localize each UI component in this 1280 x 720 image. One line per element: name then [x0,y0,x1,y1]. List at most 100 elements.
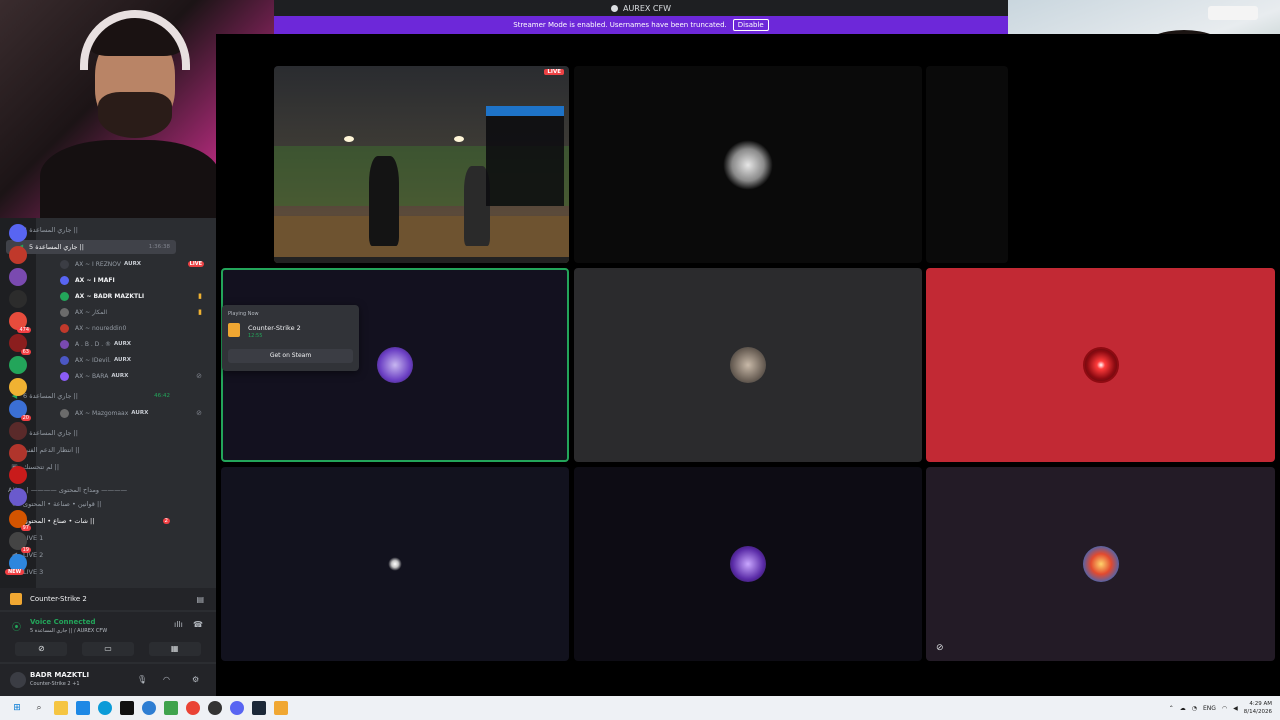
voice-member[interactable]: AX ~ IDevil. AURX [36,353,212,367]
participant-tile[interactable] [926,66,1008,263]
member-avatar [60,355,69,365]
window-title: AUREX CFW [622,3,672,13]
voice-channel[interactable]: ◀ جاري المساعدة 6 || 46:42 [0,389,176,403]
activity-game: Counter-Strike 2 [30,595,87,603]
server-mention-badge: 97 [20,525,31,531]
participant-tile[interactable]: ⊘ [926,467,1275,661]
server-icon[interactable] [9,246,27,264]
system-tray: ⌃ ☁ ◔ ENG ◠ ◀ 4:29 AM 8/14/2026 [1169,696,1272,720]
microphone-icon[interactable]: 🎙 [137,675,147,684]
member-tag: AURX [111,373,129,379]
volume-icon[interactable]: ◀ [1233,705,1238,712]
member-avatar [60,323,69,333]
get-on-steam-button[interactable]: Get on Steam [228,349,353,363]
wifi-icon[interactable]: ◠ [1222,705,1227,712]
user-status: Counter-Strike 2 +1 [30,681,80,687]
cs2-icon [228,323,240,337]
terminal-icon[interactable] [120,701,134,715]
voice-member[interactable]: AX ~ BARA AURX ⊘ [36,369,212,383]
clock[interactable]: 4:29 AM 8/14/2026 [1244,700,1272,716]
member-avatar [60,408,69,418]
screen-share-button[interactable]: ▭ [81,642,134,656]
window-titlebar: AUREX CFW [274,0,1008,16]
chrome-icon[interactable] [186,701,200,715]
user-avatar [1082,546,1119,582]
activities-button[interactable]: ▦ [148,642,201,656]
activity-bar[interactable]: Counter-Strike 2 ▤ [0,588,216,610]
gear-icon[interactable]: ⚙ [192,675,199,684]
emote-menu-panel [486,106,564,206]
live-badge: LIVE [187,261,204,267]
search-icon[interactable]: ⌕ [32,701,46,715]
voice-member[interactable]: AX ~ المكار ▮ [36,305,212,319]
user-name: BADR MAZKTLI [30,671,90,679]
server-icon[interactable] [9,444,27,462]
file-explorer-icon[interactable] [54,701,68,715]
app-icon[interactable] [164,701,178,715]
participant-tile[interactable] [574,467,922,661]
windows-taskbar: ⊞ ⌕ ⌃ ☁ ◔ ENG ◠ ◀ 4:29 AM 8/14/2026 [0,696,1280,720]
popup-game-time: 12:55 [248,333,263,339]
server-icon[interactable] [9,422,27,440]
server-icon[interactable] [9,224,27,242]
disconnect-icon[interactable]: ☎ [193,620,203,629]
obs-icon[interactable] [208,701,222,715]
server-icon[interactable] [9,356,27,374]
streamer-beard [98,92,172,138]
edge-icon[interactable] [98,701,112,715]
voice-channel[interactable]: ◀ LIVE 3 [0,565,176,579]
noise-suppression-icon[interactable]: ıllı [174,620,183,629]
voice-member[interactable]: AX ~ I REZNOV AURX LIVE [36,257,212,271]
voice-channel-active[interactable]: ◀ جاري المساعدة 5 || 1:36:38 [6,240,176,254]
voice-member[interactable]: AX ~ I MAFI [36,273,212,287]
stream-scene-floor [274,216,569,263]
lang-indicator[interactable]: ENG [1203,705,1216,712]
member-avatar [60,371,69,381]
camera-off-button[interactable]: ⊘ [15,642,68,656]
onedrive-icon[interactable]: ☁ [1180,705,1186,712]
participant-tile[interactable] [574,268,922,462]
server-icon[interactable] [9,378,27,396]
server-icon[interactable] [9,290,27,308]
server-icon[interactable]: 20 [9,400,31,421]
server-mention-badge: 19 [20,547,31,553]
screen-root: AUREX CFW Streamer Mode is enabled. User… [0,0,1280,720]
discord-icon[interactable] [230,701,244,715]
server-icon[interactable] [9,488,27,506]
activity-chat-icon[interactable]: ▤ [196,595,204,604]
server-icon[interactable]: 474 [9,312,31,333]
server-icon[interactable]: 19 [9,532,31,553]
app-icon[interactable] [142,701,156,715]
stream-tile[interactable]: LIVE [274,66,569,263]
steam-icon[interactable] [252,701,266,715]
voice-detail[interactable]: جاري المساعدة 5 || / AUREX CFW [30,628,107,634]
participant-tile[interactable] [221,467,569,661]
server-icon[interactable] [9,268,27,286]
participant-tile[interactable] [926,268,1275,462]
member-avatar [60,339,69,349]
air-conditioner [1208,6,1258,20]
headphones-icon[interactable]: ◠ [163,675,170,684]
server-icon[interactable]: 63 [9,334,31,355]
member-tag: AURX [124,261,142,267]
disable-streamer-mode-button[interactable]: Disable [732,19,769,31]
server-mention-badge: 63 [20,349,31,355]
voice-member[interactable]: A . B . D . ® AURX [36,337,212,351]
streamer-headset [80,10,190,70]
chevron-up-icon[interactable]: ⌃ [1169,705,1174,712]
server-icon[interactable] [9,466,27,484]
cs2-icon[interactable] [274,701,288,715]
live-badge: LIVE [544,69,564,75]
network-icon[interactable]: ◔ [1192,705,1197,712]
voice-member[interactable]: AX ~ noureddin0 [36,321,212,335]
windows-start-icon[interactable]: ⊞ [10,701,24,715]
voice-member[interactable]: AX ~ Mazgomaax AURX ⊘ [36,406,212,420]
wings-avatar [723,139,773,190]
streamer-body [40,140,220,218]
participant-tile[interactable] [574,66,922,263]
app-icon[interactable] [76,701,90,715]
mute-icon: ⊘ [196,372,202,380]
server-icon[interactable]: 97 [9,510,31,531]
voice-member[interactable]: AX ~ BADR MAZKTLI ▮ [36,289,212,303]
user-avatar[interactable] [10,672,26,688]
